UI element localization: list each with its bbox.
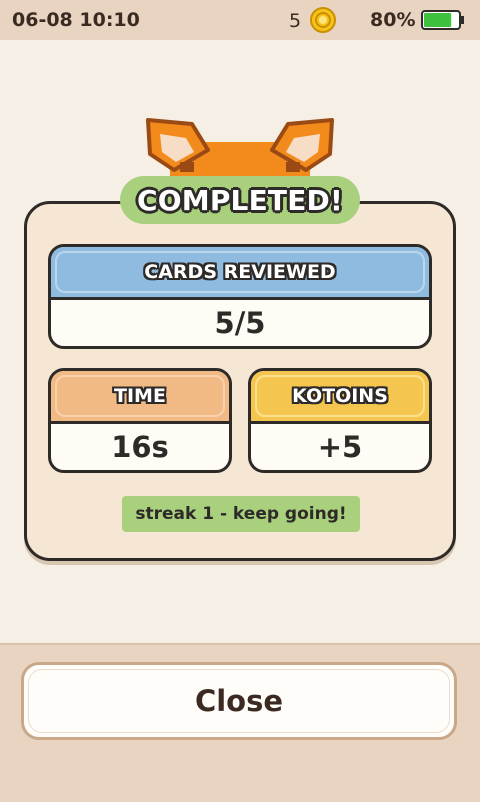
streak-badge: streak 1 - keep going! [122, 496, 360, 532]
kotoins-card: KOTOINS +5 [248, 368, 432, 473]
status-time: 06-08 10:10 [12, 9, 140, 31]
status-bar: 06-08 10:10 5 80% [0, 0, 480, 40]
kotoins-value: +5 [317, 430, 363, 464]
time-value: 16s [111, 430, 169, 464]
time-header: TIME [51, 371, 229, 424]
coin-count: 5 [289, 10, 302, 32]
coin-icon [310, 7, 336, 33]
close-button[interactable]: Close [21, 662, 457, 740]
cards-reviewed-value: 5/5 [214, 306, 266, 340]
battery-icon [421, 10, 464, 30]
kotoins-label: KOTOINS [292, 385, 388, 407]
cards-reviewed-label: CARDS REVIEWED [144, 261, 336, 283]
fox-mascot-icon [146, 118, 334, 184]
close-label: Close [194, 684, 284, 718]
battery-percent: 80% [370, 9, 416, 31]
time-card: TIME 16s [48, 368, 232, 473]
cards-reviewed-header: CARDS REVIEWED [51, 247, 429, 300]
time-label: TIME [114, 385, 166, 407]
dialog-title: COMPLETED! [137, 183, 343, 217]
kotoins-header: KOTOINS [251, 371, 429, 424]
cards-reviewed-card: CARDS REVIEWED 5/5 [48, 244, 432, 349]
completed-banner: COMPLETED! [120, 176, 360, 224]
